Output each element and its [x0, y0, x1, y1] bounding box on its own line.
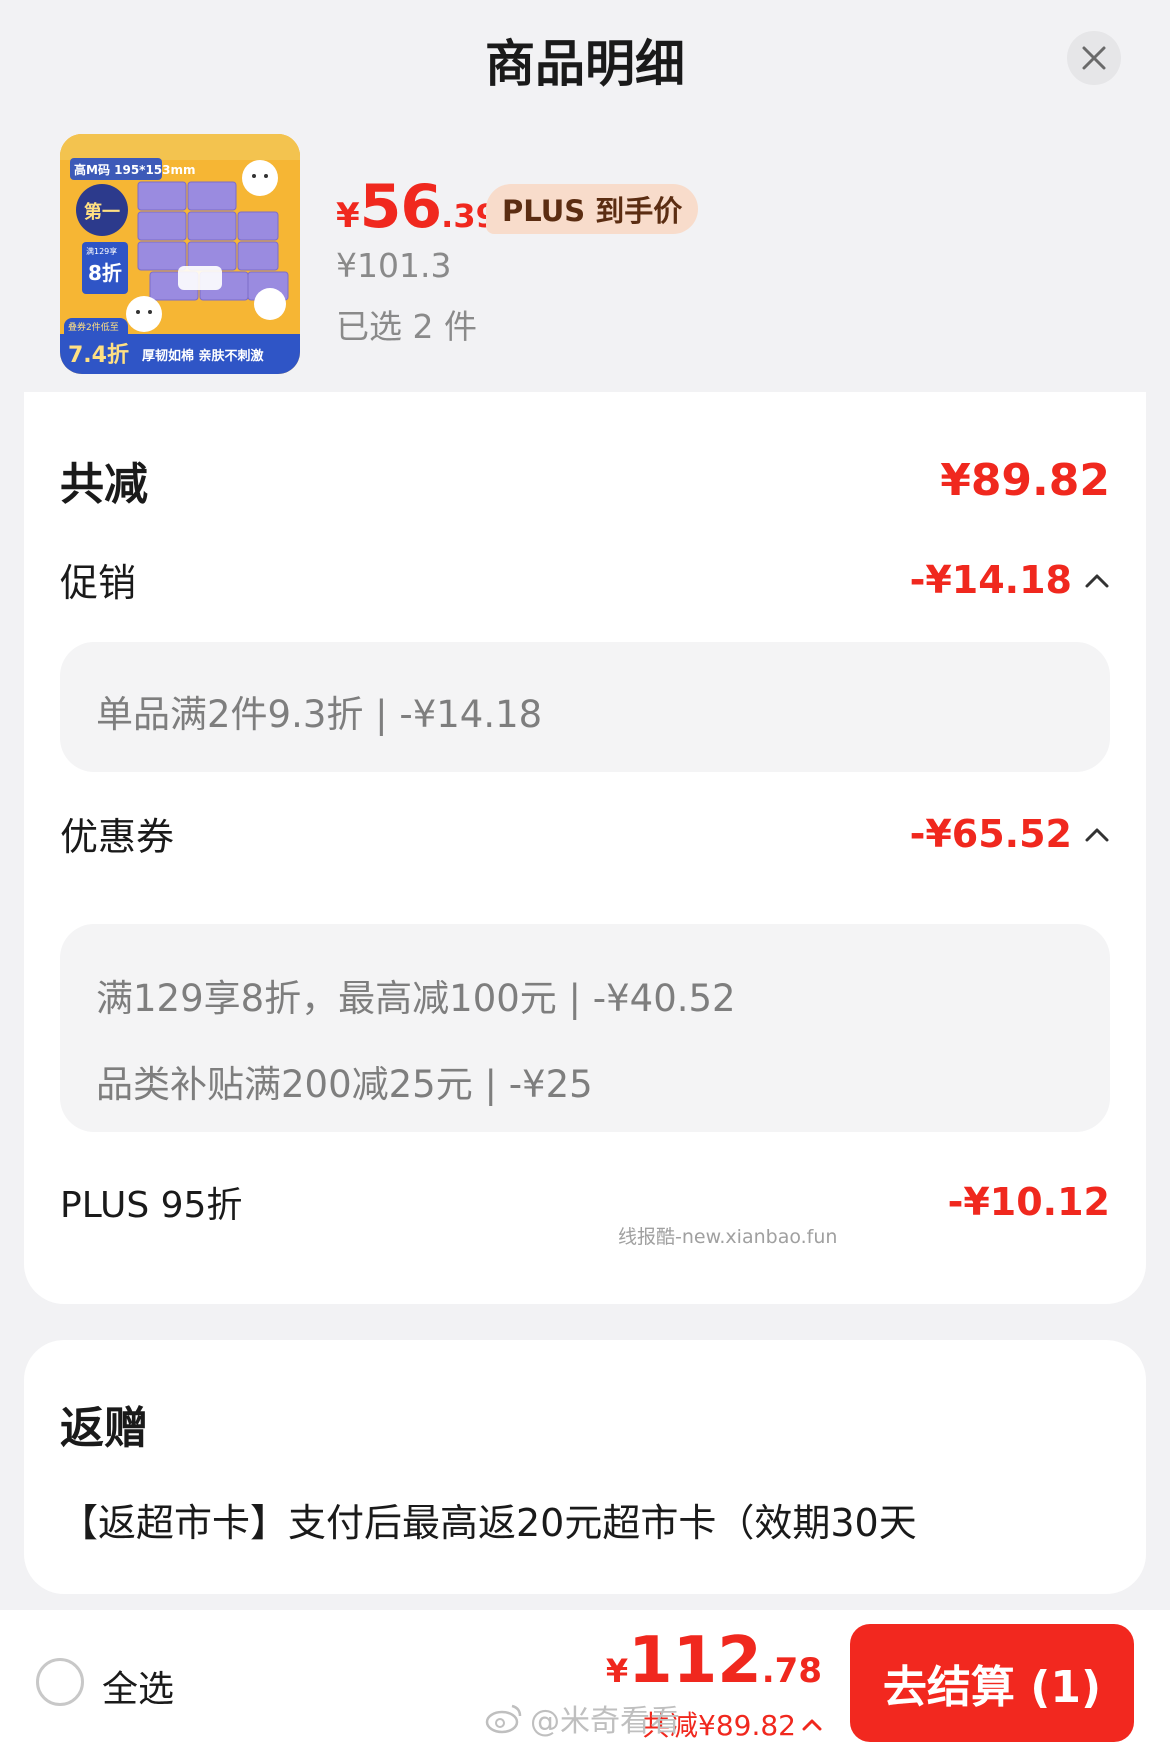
close-icon — [1082, 46, 1106, 70]
coupon-value: -¥65.52 — [909, 811, 1072, 856]
product-image-rank-text: 第一 — [84, 201, 120, 223]
price-currency: ¥ — [336, 196, 360, 236]
product-image-size-text: 高M码 195*153mm — [74, 162, 196, 177]
promotion-detail-item: 单品满2件9.3折 | -¥14.18 — [96, 693, 543, 736]
watermark-text: 线报酷-new.xianbao.fun — [618, 1226, 838, 1248]
promotion-label: 促销 — [60, 561, 137, 605]
total-discount-value: ¥89.82 — [940, 454, 1110, 506]
plus-price: ¥ 56 .39 — [336, 172, 498, 242]
product-image-promo-note: 叠券2件低至 — [68, 321, 119, 333]
rebate-text: 【返超市卡】支付后最高返20元超市卡（效期30天 — [60, 1501, 917, 1545]
promotion-value: -¥14.18 — [909, 557, 1072, 602]
weibo-icon — [485, 1704, 522, 1734]
plus-discount-label: PLUS 95折 — [60, 1185, 243, 1226]
chevron-up-icon[interactable] — [1084, 571, 1110, 589]
checkout-button[interactable]: 去结算 (1) — [850, 1624, 1134, 1742]
promotion-detail-box: 单品满2件9.3折 | -¥14.18 — [60, 642, 1110, 772]
plus-discount-value: -¥10.12 — [947, 1180, 1110, 1224]
select-all-radio[interactable] — [36, 1658, 84, 1706]
coupon-detail-box: 满129享8折，最高减100元 | -¥40.52 品类补贴满200减25元 |… — [60, 924, 1110, 1132]
coupon-detail-item: 品类补贴满200减25元 | -¥25 — [96, 1063, 593, 1106]
product-image-slogan: 厚韧如棉 亲肤不刺激 — [142, 348, 265, 364]
plus-price-badge: PLUS 到手价 — [486, 184, 699, 234]
total-discount-label: 共减 — [60, 459, 148, 510]
chevron-up-icon — [802, 1717, 822, 1731]
coupon-label: 优惠券 — [60, 815, 175, 859]
coupon-detail-item: 满129享8折，最高减100元 | -¥40.52 — [96, 977, 736, 1020]
product-image[interactable]: 高M码 195*153mm 第一 满129享 8折 叠券2件低至 7.4折 厚韧… — [60, 134, 300, 374]
detail-sheet: 商品明细 高M码 195*153mm 第一 满129享 8折 叠券2件低至 7.… — [0, 0, 1170, 1610]
promotion-row[interactable]: 促销 -¥14.18 — [60, 552, 1110, 607]
rebate-card: 返赠 【返超市卡】支付后最高返20元超市卡（效期30天 — [24, 1340, 1146, 1594]
selected-count: 已选 2 件 — [336, 307, 477, 346]
total-price: ¥ 112 .78 — [606, 1624, 822, 1698]
total-currency: ¥ — [605, 1652, 629, 1690]
weibo-watermark: @米奇看看 — [484, 1696, 680, 1740]
discount-summary-card: 共减 ¥89.82 促销 -¥14.18 单品满2件9.3折 | -¥14.18… — [24, 392, 1146, 1304]
price-integer: 56 — [359, 172, 442, 242]
weibo-watermark-text: @米奇看看 — [530, 1704, 680, 1739]
rebate-title: 返赠 — [60, 1403, 148, 1454]
product-image-discount-note: 满129享 — [86, 246, 117, 256]
coupon-row[interactable]: 优惠券 -¥65.52 — [60, 806, 1110, 861]
plus-discount-row: PLUS 95折 -¥10.12 — [60, 1176, 1110, 1228]
chevron-up-icon[interactable] — [1084, 825, 1110, 843]
original-price: ¥101.3 — [336, 246, 452, 285]
product-image-discount-text: 8折 — [88, 261, 122, 285]
total-integer: 112 — [628, 1624, 762, 1698]
page-title: 商品明细 — [485, 35, 685, 93]
total-decimal: .78 — [761, 1651, 822, 1691]
total-discount-row: 共减 ¥89.82 — [60, 448, 1110, 512]
select-all-label[interactable]: 全选 — [102, 1660, 174, 1712]
close-button[interactable] — [1067, 31, 1121, 85]
product-image-promo-price: 7.4折 — [68, 343, 129, 368]
